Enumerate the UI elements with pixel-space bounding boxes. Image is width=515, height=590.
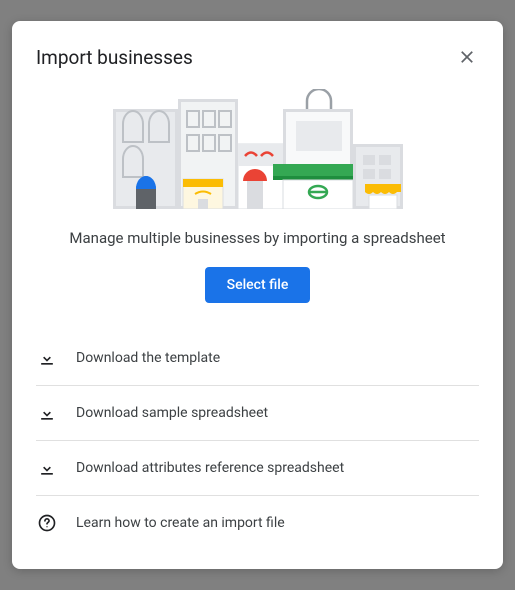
download-icon [36,457,58,479]
action-label: Learn how to create an import file [76,515,285,531]
download-template-link[interactable]: Download the template [36,331,479,386]
help-icon [36,512,58,534]
close-icon [458,48,476,66]
dialog-header: Import businesses [36,45,479,69]
dialog-title: Import businesses [36,46,193,69]
download-attributes-link[interactable]: Download attributes reference spreadshee… [36,441,479,496]
import-businesses-dialog: Import businesses [12,21,503,569]
download-icon [36,347,58,369]
action-label: Download the template [76,350,220,366]
storefront-illustration [36,89,479,209]
select-file-button[interactable]: Select file [205,267,311,303]
dialog-description: Manage multiple businesses by importing … [36,229,479,247]
download-icon [36,402,58,424]
download-sample-link[interactable]: Download sample spreadsheet [36,386,479,441]
learn-how-link[interactable]: Learn how to create an import file [36,496,479,550]
close-button[interactable] [455,45,479,69]
action-list: Download the template Download sample sp… [36,331,479,550]
action-label: Download sample spreadsheet [76,405,268,421]
action-label: Download attributes reference spreadshee… [76,460,344,476]
